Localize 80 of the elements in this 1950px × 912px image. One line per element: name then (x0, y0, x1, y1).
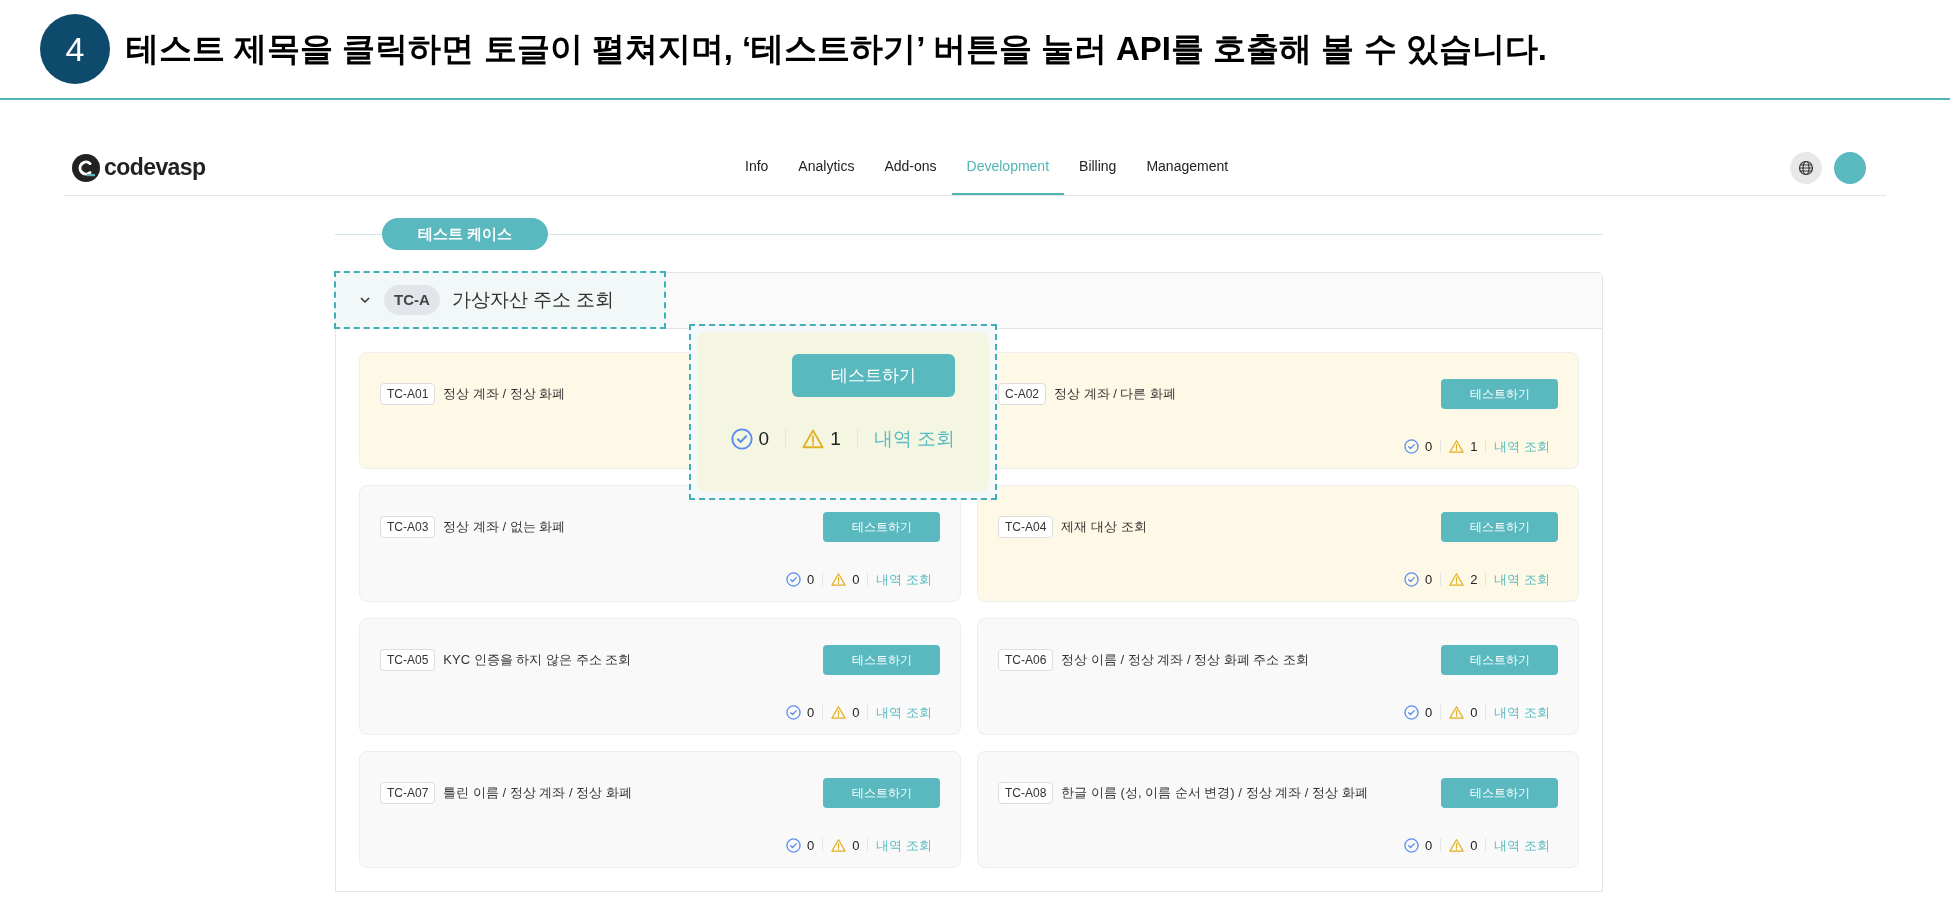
group-code-tag: TC-A (384, 285, 440, 315)
case-title[interactable]: 틀린 이름 / 정상 계좌 / 정상 화폐 (443, 783, 632, 803)
globe-button[interactable] (1790, 151, 1822, 184)
case-title[interactable]: 정상 이름 / 정상 계좌 / 정상 화폐 주소 조회 (1061, 650, 1310, 670)
check-circle-icon (1403, 438, 1419, 454)
passed-count: 0 (758, 427, 770, 451)
check-circle-icon (785, 704, 801, 720)
warning-icon (1449, 571, 1465, 587)
nav-tab[interactable]: Billing (1064, 140, 1132, 195)
history-link[interactable]: 내역 조회 (1494, 436, 1550, 456)
check-circle-icon (1403, 571, 1419, 587)
warning-count: 0 (1470, 836, 1478, 855)
warning-icon (1449, 438, 1465, 454)
check-circle-icon (730, 428, 753, 451)
nav-tab[interactable]: Development (951, 140, 1065, 195)
passed-count: 0 (806, 570, 815, 589)
history-link[interactable]: 내역 조회 (1494, 835, 1550, 855)
warning-count: 0 (852, 570, 860, 589)
case-id-tag: TC-A08 (998, 782, 1054, 804)
passed-count: 0 (806, 703, 815, 722)
passed-count: 0 (806, 836, 815, 855)
warning-icon (802, 428, 825, 451)
check-circle-icon (785, 571, 801, 587)
test-button[interactable]: 테스트하기 (823, 512, 940, 542)
case-id-tag: TC-A06 (998, 649, 1054, 671)
step-title: 테스트 제목을 클릭하면 토글이 펼쳐지며, ‘테스트하기’ 버튼을 눌러 API를 호출해 볼 수 있습니다. (126, 29, 1547, 70)
passed-count: 0 (1424, 703, 1433, 722)
test-button[interactable]: 테스트하기 (1441, 379, 1558, 409)
case-id-tag: TC-A07 (380, 782, 436, 804)
accordion-header[interactable]: TC-A 가상자산 주소 조회 (334, 271, 666, 329)
history-link[interactable]: 내역 조회 (1494, 702, 1550, 722)
section-pill: 테스트 케이스 (382, 218, 549, 250)
test-button[interactable]: 테스트하기 (1441, 512, 1558, 542)
history-link[interactable]: 내역 조회 (1494, 569, 1550, 589)
step-number-badge: 4 (40, 14, 110, 84)
case-id-tag: TC-A03 (380, 516, 436, 538)
nav-tab[interactable]: Add-ons (869, 140, 952, 195)
test-button[interactable]: 테스트하기 (823, 778, 940, 808)
case-title[interactable]: KYC 인증을 하지 않은 주소 조회 (443, 650, 632, 670)
case-title[interactable]: 한글 이름 (성, 이름 순서 변경) / 정상 계좌 / 정상 화폐 (1061, 783, 1368, 803)
passed-count: 0 (1424, 437, 1433, 456)
globe-icon (1798, 159, 1814, 176)
nav-tab[interactable]: Info (730, 140, 784, 195)
logo-text: codevasp (104, 153, 206, 183)
test-button[interactable]: 테스트하기 (1441, 778, 1558, 808)
warning-count: 2 (1470, 570, 1478, 589)
case-id-tag: TC-A04 (998, 516, 1054, 538)
warning-count: 1 (830, 427, 841, 451)
case-title[interactable]: 정상 계좌 / 정상 화폐 (443, 384, 566, 404)
warning-icon (831, 704, 847, 720)
warning-count: 0 (852, 836, 860, 855)
check-circle-icon (1403, 837, 1419, 853)
history-link[interactable]: 내역 조회 (876, 835, 932, 855)
test-button[interactable]: 테스트하기 (792, 354, 955, 397)
group-title: 가상자산 주소 조회 (451, 287, 615, 312)
case-id-tag: TC-A05 (380, 649, 436, 671)
history-link[interactable]: 내역 조회 (873, 425, 955, 454)
passed-count: 0 (1424, 836, 1433, 855)
warning-count: 1 (1470, 437, 1478, 456)
warning-count: 0 (1470, 703, 1478, 722)
case-id-tag: C-A02 (998, 383, 1046, 405)
passed-count: 0 (1424, 570, 1433, 589)
test-button[interactable]: 테스트하기 (823, 645, 940, 675)
history-link[interactable]: 내역 조회 (876, 702, 932, 722)
nav-tab[interactable]: Management (1131, 140, 1244, 195)
check-circle-icon (1403, 704, 1419, 720)
warning-icon (831, 571, 847, 587)
warning-count: 0 (852, 703, 860, 722)
warning-icon (831, 837, 847, 853)
warning-icon (1449, 837, 1465, 853)
warning-icon (1449, 704, 1465, 720)
case-title[interactable]: 정상 계좌 / 없는 화폐 (443, 517, 566, 537)
history-link[interactable]: 내역 조회 (876, 569, 932, 589)
case-title[interactable]: 정상 계좌 / 다른 화폐 (1054, 384, 1177, 404)
case-title[interactable]: 제재 대상 조회 (1061, 517, 1147, 537)
nav-tab[interactable]: Analytics (783, 140, 870, 195)
logo-icon (72, 153, 100, 182)
case-id-tag: TC-A01 (380, 383, 436, 405)
check-circle-icon (785, 837, 801, 853)
test-button[interactable]: 테스트하기 (1441, 645, 1558, 675)
